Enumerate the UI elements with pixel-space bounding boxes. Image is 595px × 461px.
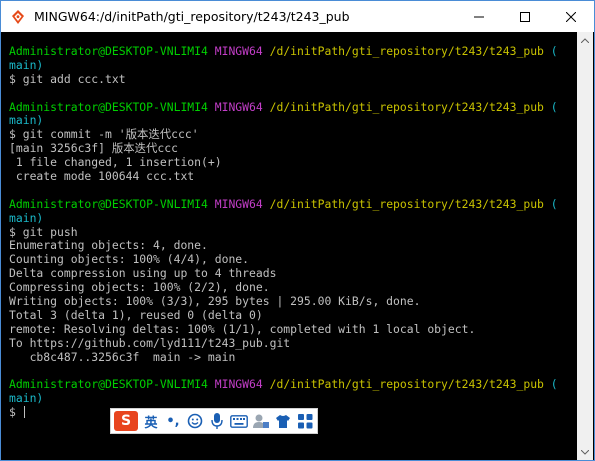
prompt-branch-line: main) <box>9 210 578 226</box>
output-text: Writing objects: 100% (3/3), 295 bytes |… <box>9 294 421 309</box>
emoji-icon[interactable] <box>186 411 204 431</box>
sogou-logo[interactable]: S <box>114 411 138 431</box>
prompt-branch-open: ( <box>550 196 558 211</box>
scroll-down-arrow-icon[interactable] <box>577 444 593 460</box>
prompt-user: Administrator@DESKTOP-VNLIMI4 <box>9 196 208 211</box>
ime-punctuation-toggle[interactable]: •, <box>164 411 182 431</box>
title-bar[interactable]: MINGW64:/d/initPath/gti_repository/t243/… <box>1 1 594 32</box>
output-line: [main 3256c3f] 版本迭代ccc <box>9 141 578 156</box>
prompt-branch: main) <box>9 57 44 72</box>
text-cursor <box>23 406 25 419</box>
prompt-user: Administrator@DESKTOP-VNLIMI4 <box>9 377 208 392</box>
output-text: create mode 100644 ccc.txt <box>9 169 195 184</box>
output-line: 1 file changed, 1 insertion(+) <box>9 155 578 170</box>
minimize-button[interactable] <box>456 1 502 32</box>
final-prompt: $ <box>9 405 23 420</box>
output-text: Total 3 (delta 1), reused 0 (delta 0) <box>9 307 263 322</box>
output-line: Counting objects: 100% (4/4), done. <box>9 252 578 267</box>
output-text: To https://github.com/lyd111/t243_pub.gi… <box>9 335 291 350</box>
prompt-path: /d/initPath/gti_repository/t243/t243_pub <box>269 196 544 211</box>
prompt-env: MINGW64 <box>214 44 263 58</box>
command-text: $ git commit -m '版本迭代ccc' <box>9 127 199 142</box>
output-text: Counting objects: 100% (4/4), done. <box>9 252 250 267</box>
prompt-env: MINGW64 <box>214 99 263 114</box>
prompt-path: /d/initPath/gti_repository/t243/t243_pub <box>269 99 544 114</box>
prompt-line: Administrator@DESKTOP-VNLIMI4 MINGW64 /d… <box>9 377 578 392</box>
terminal-output[interactable]: Administrator@DESKTOP-VNLIMI4 MINGW64 /d… <box>2 32 578 460</box>
output-line: remote: Resolving deltas: 100% (1/1), co… <box>9 321 578 337</box>
window-controls <box>456 1 594 32</box>
output-line: cb8c487..3256c3f main -> main <box>9 349 578 365</box>
output-line: create mode 100644 ccc.txt <box>9 169 578 184</box>
shirt-icon[interactable] <box>274 411 292 431</box>
prompt-branch: main) <box>9 391 44 406</box>
output-text: cb8c487..3256c3f main -> main <box>9 349 236 364</box>
vertical-scrollbar[interactable] <box>577 32 593 460</box>
prompt-env: MINGW64 <box>214 196 263 211</box>
output-line: Total 3 (delta 1), reused 0 (delta 0) <box>9 307 578 323</box>
prompt-branch-line: main) <box>9 391 578 406</box>
prompt-branch-line: main) <box>9 114 578 128</box>
command-line: $ git commit -m '版本迭代ccc' <box>9 127 578 142</box>
prompt-path: /d/initPath/gti_repository/t243/t243_pub <box>269 44 544 58</box>
prompt-user: Administrator@DESKTOP-VNLIMI4 <box>9 99 208 114</box>
prompt-line: Administrator@DESKTOP-VNLIMI4 MINGW64 /d… <box>9 99 578 115</box>
prompt-branch: main) <box>9 210 44 225</box>
prompt-branch-line: main) <box>9 57 578 73</box>
output-text: Delta compression using up to 4 threads <box>9 266 277 281</box>
keyboard-icon[interactable] <box>230 411 248 431</box>
output-line: Writing objects: 100% (3/3), 295 bytes |… <box>9 294 578 309</box>
output-text: Enumerating objects: 4, done. <box>9 238 208 253</box>
output-line: To https://github.com/lyd111/t243_pub.gi… <box>9 335 578 351</box>
ime-toolbar[interactable]: S 英 •, <box>110 408 318 434</box>
prompt-path: /d/initPath/gti_repository/t243/t243_pub <box>269 377 544 392</box>
microphone-icon[interactable] <box>208 411 226 431</box>
output-text: Compressing objects: 100% (2/2), done. <box>9 280 270 295</box>
output-line: Enumerating objects: 4, done. <box>9 239 578 253</box>
output-text: remote: Resolving deltas: 100% (1/1), co… <box>9 321 476 336</box>
prompt-user: Administrator@DESKTOP-VNLIMI4 <box>9 44 208 58</box>
ime-language-toggle[interactable]: 英 <box>142 411 160 431</box>
output-line: Compressing objects: 100% (2/2), done. <box>9 280 578 295</box>
close-button[interactable] <box>548 1 594 32</box>
scroll-up-arrow-icon[interactable] <box>577 32 593 48</box>
prompt-branch-open: ( <box>550 377 558 392</box>
output-line: Delta compression using up to 4 threads <box>9 266 578 281</box>
mingw-app-icon[interactable] <box>10 9 26 25</box>
command-text: $ git add ccc.txt <box>9 71 126 86</box>
prompt-env: MINGW64 <box>214 377 263 392</box>
prompt-branch: main) <box>9 113 44 128</box>
command-line: $ git add ccc.txt <box>9 71 578 87</box>
command-text: $ git push <box>9 224 78 239</box>
user-icon[interactable] <box>252 411 270 431</box>
terminal-window: MINGW64:/d/initPath/gti_repository/t243/… <box>0 0 595 461</box>
window-title: MINGW64:/d/initPath/gti_repository/t243/… <box>34 9 350 24</box>
prompt-line: Administrator@DESKTOP-VNLIMI4 MINGW64 /d… <box>9 44 578 59</box>
prompt-branch-open: ( <box>550 99 558 114</box>
command-line: $ git push <box>9 224 578 240</box>
grid-icon[interactable] <box>296 411 314 431</box>
prompt-branch-open: ( <box>550 44 558 58</box>
prompt-line: Administrator@DESKTOP-VNLIMI4 MINGW64 /d… <box>9 196 578 212</box>
output-text: 1 file changed, 1 insertion(+) <box>9 155 222 170</box>
output-text: [main 3256c3f] 版本迭代ccc <box>9 141 179 156</box>
maximize-button[interactable] <box>502 1 548 32</box>
